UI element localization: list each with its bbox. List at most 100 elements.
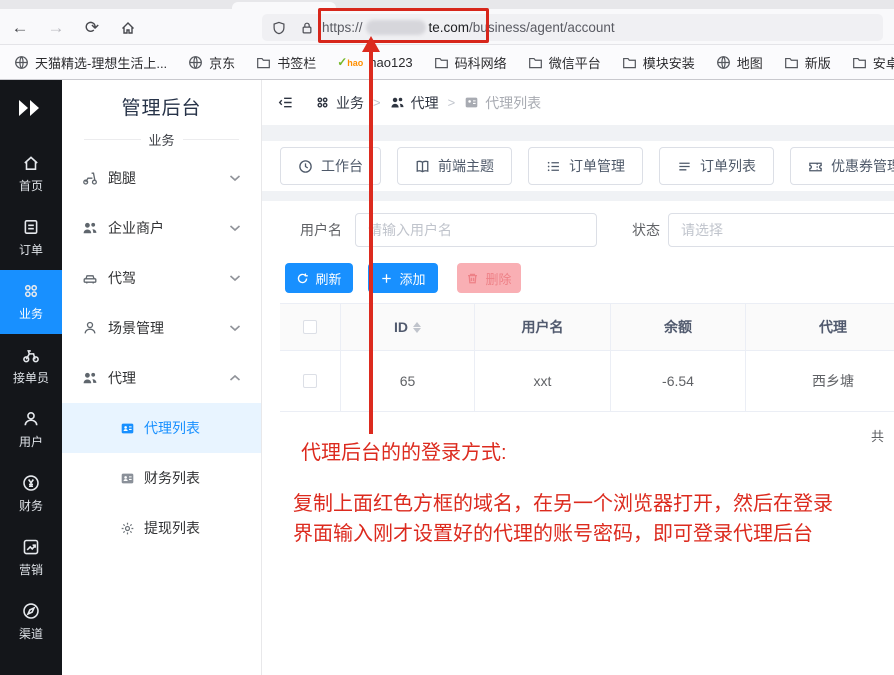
folder-icon (622, 55, 637, 70)
list-icon (546, 159, 561, 174)
plus-icon (380, 272, 393, 285)
add-button[interactable]: 添加 (368, 263, 438, 293)
lines-icon (677, 159, 692, 174)
home-icon (22, 154, 40, 172)
submenu-item-agent-list[interactable]: 代理列表 (62, 403, 261, 453)
main-content: 业务 > 代理 > 代理列表 工作台 前端主题 (262, 80, 894, 675)
row-balance-cell: -6.54 (610, 351, 745, 411)
sidebar-item-couriers[interactable]: 接单员 (0, 334, 62, 398)
person-icon (82, 320, 98, 336)
sidebar-item-users[interactable]: 用户 (0, 398, 62, 462)
scooter-icon (82, 170, 98, 186)
order-management-button[interactable]: 订单管理 (528, 147, 643, 185)
row-checkbox[interactable] (303, 374, 317, 388)
spacer (262, 125, 894, 141)
order-list-button[interactable]: 订单列表 (659, 147, 774, 185)
menu-item-agent[interactable]: 代理 (62, 353, 261, 403)
shield-icon[interactable] (272, 21, 286, 35)
channel-icon (22, 602, 40, 620)
select-all-checkbox[interactable] (303, 320, 317, 334)
header-id[interactable]: ID (340, 304, 474, 350)
breadcrumb-business[interactable]: 业务 (315, 93, 364, 113)
annotation-body-line1: 复制上面红色方框的域名，在另一个浏览器打开，然后在登录 (293, 489, 833, 519)
subnav-title: 管理后台 (62, 80, 261, 120)
idcard-icon (120, 421, 135, 436)
breadcrumb-agent[interactable]: 代理 (390, 93, 439, 113)
sidebar-item-orders[interactable]: 订单 (0, 206, 62, 270)
menu-item-errand[interactable]: 跑腿 (62, 153, 261, 203)
clock-icon (298, 159, 313, 174)
back-button[interactable]: ← (8, 16, 32, 40)
sidebar-item-business[interactable]: 业务 (0, 270, 62, 334)
bookmark-jd[interactable]: 京东 (188, 53, 235, 72)
frontend-theme-button[interactable]: 前端主题 (397, 147, 512, 185)
folder-icon (434, 55, 449, 70)
sort-icon[interactable] (413, 322, 421, 333)
menu-item-scene[interactable]: 场景管理 (62, 303, 261, 353)
row-agent-cell: 西乡塘 (745, 351, 894, 411)
people-icon (82, 370, 98, 386)
sidebar-item-channels[interactable]: 渠道 (0, 590, 62, 654)
bookmark-folder-weixin[interactable]: 微信平台 (528, 53, 601, 72)
ticket-icon (808, 159, 823, 174)
collapse-sidebar-icon[interactable] (278, 95, 293, 110)
car-icon (82, 270, 98, 286)
quick-nav-row: 工作台 前端主题 订单管理 订单列表 优惠券管理 (262, 141, 894, 191)
bookmark-folder-xinban[interactable]: 新版 (784, 53, 831, 72)
primary-sidebar: 首页 订单 业务 接单员 用户 财务 营销 渠道 (0, 80, 62, 675)
status-select[interactable]: 请选择 (668, 213, 894, 247)
sidebar-item-marketing[interactable]: 营销 (0, 526, 62, 590)
menu-item-enterprise[interactable]: 企业商户 (62, 203, 261, 253)
idcard-icon (120, 471, 135, 486)
bookmark-folder-make[interactable]: 码科网络 (434, 53, 507, 72)
folder-icon (528, 55, 543, 70)
breadcrumb-separator: > (373, 95, 381, 110)
folder-icon (852, 55, 867, 70)
username-input[interactable] (355, 213, 597, 247)
refresh-list-button[interactable]: 刷新 (285, 263, 353, 293)
username-label: 用户名 (300, 213, 342, 247)
submenu-item-withdraw-list[interactable]: 提现列表 (62, 503, 261, 553)
chevron-down-icon (227, 170, 243, 186)
people-icon (390, 95, 405, 110)
rider-icon (22, 346, 40, 364)
bookmark-folder-appstore[interactable]: 安卓&IOS上架 (852, 53, 894, 72)
sidebar-item-home[interactable]: 首页 (0, 142, 62, 206)
grid-icon (22, 282, 40, 300)
coupon-management-button[interactable]: 优惠券管理 (790, 147, 894, 185)
row-id-cell: 65 (340, 351, 474, 411)
chevron-down-icon (227, 320, 243, 336)
bookmark-folder-shuqianlan[interactable]: 书签栏 (256, 53, 316, 72)
bookmark-map[interactable]: 地图 (716, 53, 763, 72)
subnav-section-label: 业务 (84, 130, 239, 149)
header-username: 用户名 (474, 304, 610, 350)
header-balance: 余额 (610, 304, 745, 350)
annotation-title: 代理后台的的登录方式: (301, 436, 507, 465)
gear-icon (120, 521, 135, 536)
globe-icon (14, 55, 29, 70)
chevron-up-icon (227, 370, 243, 386)
breadcrumb: 业务 > 代理 > 代理列表 (262, 80, 894, 125)
idcard-icon (464, 95, 479, 110)
workbench-button[interactable]: 工作台 (280, 147, 381, 185)
bookmark-hao123[interactable]: ✓haohao123 (337, 55, 412, 70)
chevron-down-icon (227, 220, 243, 236)
refresh-icon (296, 272, 309, 285)
breadcrumb-separator: > (448, 95, 456, 110)
marketing-icon (22, 538, 40, 556)
bookmark-tmall[interactable]: 天猫精选-理想生活上... (14, 53, 167, 72)
status-label: 状态 (632, 213, 660, 247)
home-button[interactable] (116, 16, 140, 40)
menu-item-driving[interactable]: 代驾 (62, 253, 261, 303)
submenu-item-finance-list[interactable]: 财务列表 (62, 453, 261, 503)
refresh-button[interactable]: ⟳ (80, 16, 104, 40)
row-username-cell: xxt (474, 351, 610, 411)
folder-icon (256, 55, 271, 70)
user-icon (22, 410, 40, 428)
sidebar-item-finance[interactable]: 财务 (0, 462, 62, 526)
delete-button[interactable]: 删除 (457, 263, 521, 293)
forward-button[interactable]: → (44, 16, 68, 40)
secondary-sidebar: 管理后台 业务 跑腿 企业商户 代驾 场景管理 代理 (62, 80, 262, 675)
people-icon (82, 220, 98, 236)
bookmark-folder-mokuai[interactable]: 模块安装 (622, 53, 695, 72)
